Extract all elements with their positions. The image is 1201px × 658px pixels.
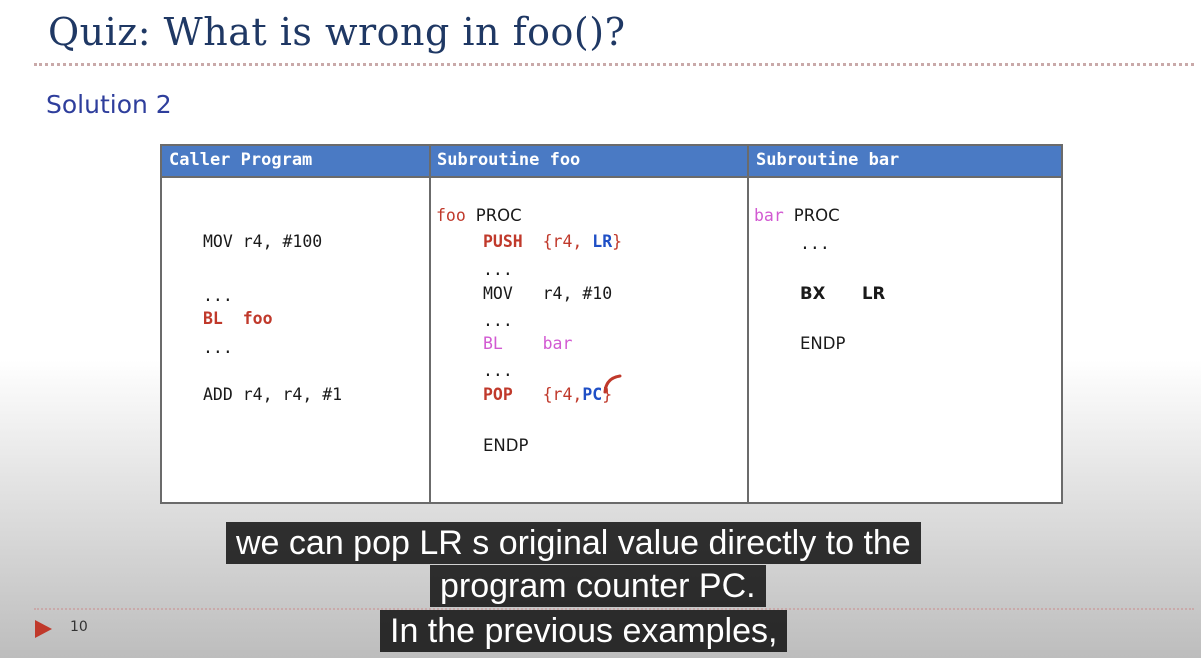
- pop-open: {r4,: [542, 385, 583, 404]
- table-header-row: Caller Program Subroutine foo Subroutine…: [162, 146, 1061, 178]
- bl-instruction: BL: [203, 309, 223, 328]
- header-subroutine-foo: Subroutine foo: [437, 150, 581, 170]
- play-icon: [35, 620, 52, 638]
- mov-instruction: MOV: [483, 284, 513, 303]
- bar-proc-line: bar PROC: [754, 206, 840, 226]
- title-divider: [34, 63, 1194, 66]
- bar-endp: ENDP: [800, 334, 846, 353]
- foo-proc-keyword: PROC: [475, 206, 522, 225]
- annotation-arc-icon: [603, 374, 622, 394]
- bl-instruction: BL: [483, 334, 503, 353]
- foo-endp: ENDP: [483, 436, 529, 455]
- code-table: Caller Program Subroutine foo Subroutine…: [160, 144, 1063, 504]
- bl-target-bar: bar: [542, 334, 573, 353]
- bl-target-foo: foo: [242, 309, 273, 328]
- foo-pop-line: POP {r4,PC}: [483, 385, 612, 405]
- foo-proc-line: foo PROC: [436, 206, 522, 226]
- bx-lr-register: LR: [862, 284, 886, 303]
- pop-pc-register: PC: [582, 385, 603, 404]
- bar-bx-line: BX LR: [800, 284, 885, 304]
- caller-mov-line: MOV r4, #100: [203, 232, 323, 251]
- caller-ellipsis: ...: [203, 286, 233, 305]
- bar-ellipsis: ...: [800, 234, 830, 253]
- header-caller-program: Caller Program: [169, 150, 313, 170]
- bx-instruction: BX: [800, 284, 826, 303]
- foo-ellipsis: ...: [483, 260, 513, 279]
- caption-line-2: program counter PC.: [430, 565, 766, 607]
- page-number: 10: [70, 619, 88, 635]
- header-subroutine-bar: Subroutine bar: [756, 150, 900, 170]
- push-close: }: [612, 232, 623, 251]
- column-divider: [429, 146, 431, 502]
- slide-title: Quiz: What is wrong in foo()?: [48, 10, 626, 54]
- push-open: {r4,: [542, 232, 593, 251]
- foo-ellipsis: ...: [483, 361, 513, 380]
- caption-line-1: we can pop LR s original value directly …: [226, 522, 921, 564]
- foo-ellipsis: ...: [483, 311, 513, 330]
- foo-push-line: PUSH {r4, LR}: [483, 232, 622, 252]
- push-lr-register: LR: [592, 232, 613, 251]
- pop-instruction: POP: [483, 385, 513, 404]
- caller-add-line: ADD r4, r4, #1: [203, 385, 343, 404]
- foo-mov-line: MOV r4, #10: [483, 284, 612, 304]
- bar-label: bar: [754, 206, 784, 225]
- mov-args: r4, #10: [542, 284, 613, 303]
- bar-proc-keyword: PROC: [793, 206, 840, 225]
- foo-label: foo: [436, 206, 466, 225]
- push-instruction: PUSH: [483, 232, 523, 251]
- foo-bl-line: BL bar: [483, 334, 572, 354]
- caller-ellipsis: ...: [203, 338, 233, 357]
- caption-line-3: In the previous examples,: [380, 610, 788, 652]
- slide-subtitle: Solution 2: [46, 90, 172, 119]
- column-divider: [747, 146, 749, 502]
- caller-bl-line: BL foo: [203, 309, 273, 329]
